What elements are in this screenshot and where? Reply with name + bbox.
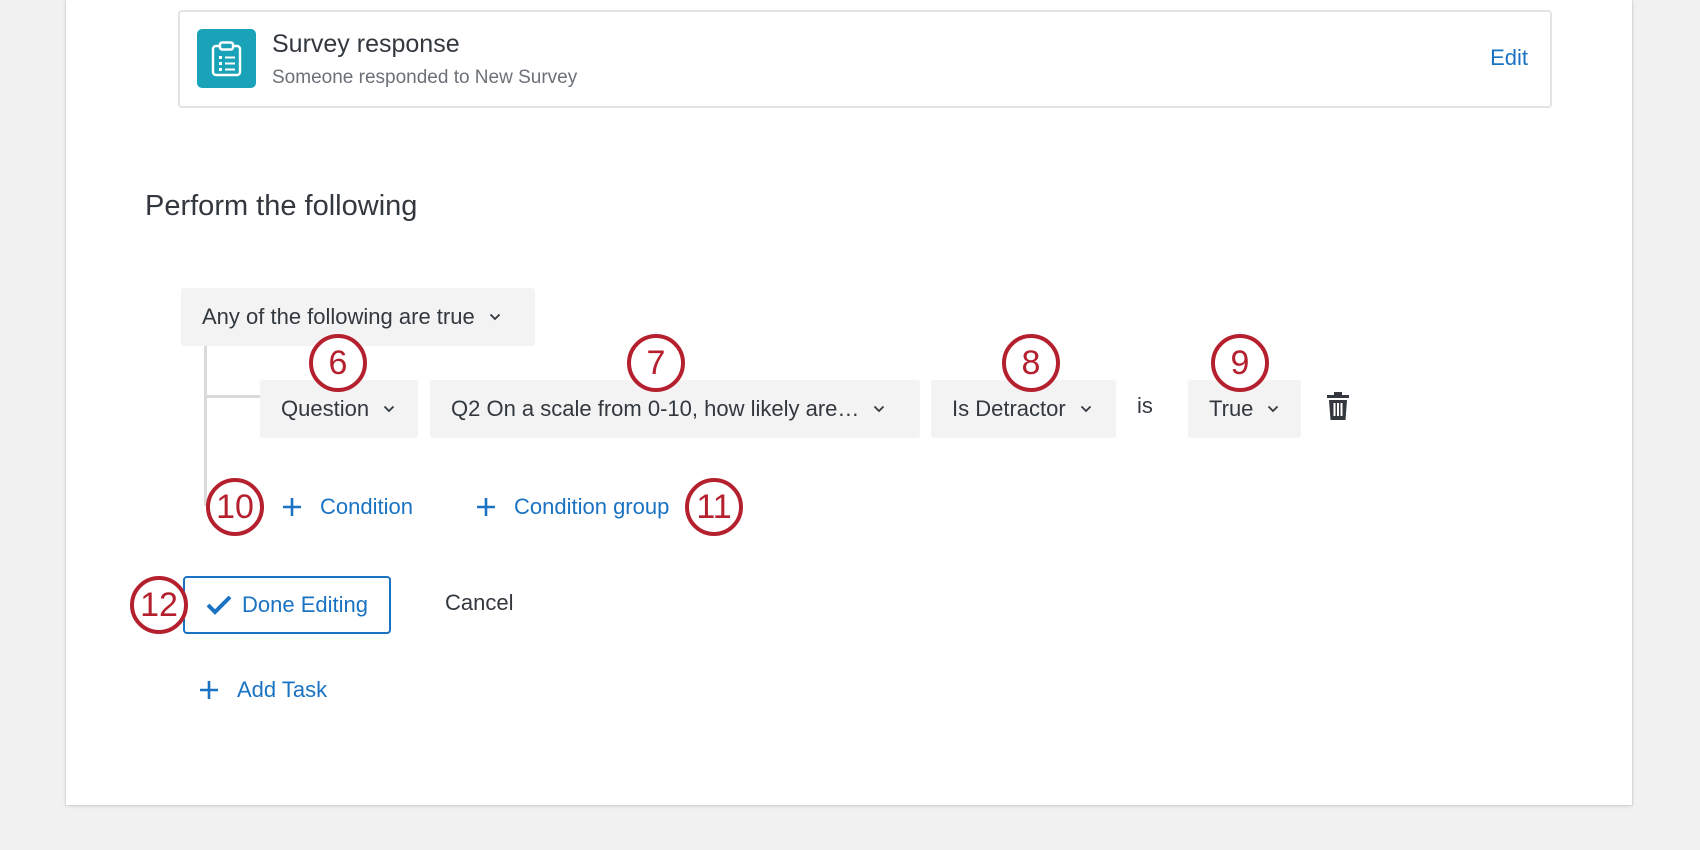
plus-icon: [477, 498, 495, 516]
trigger-edit-link[interactable]: Edit: [1490, 45, 1528, 71]
tree-branch: [204, 395, 260, 398]
trigger-card: Survey response Someone responded to New…: [178, 10, 1552, 108]
add-condition-label: Condition: [320, 494, 413, 519]
clipboard-list-icon: [197, 29, 256, 88]
callout-badge: 9: [1211, 334, 1269, 392]
tree-connector: [204, 346, 207, 506]
value-dropdown-label: True: [1209, 396, 1254, 421]
callout-badge: 8: [1002, 334, 1060, 392]
trash-icon[interactable]: [1326, 392, 1350, 425]
trigger-subtitle: Someone responded to New Survey: [272, 67, 578, 88]
chevron-down-icon: [489, 313, 500, 321]
plus-icon: [283, 498, 301, 516]
section-title: Perform the following: [145, 190, 418, 222]
add-task-button[interactable]: Add Task: [199, 677, 327, 703]
done-editing-button[interactable]: Done Editing: [183, 576, 391, 634]
logic-dropdown-label: Any of the following are true: [202, 304, 475, 329]
done-editing-label: Done Editing: [242, 592, 368, 617]
cancel-button[interactable]: Cancel: [445, 590, 513, 616]
add-condition-button[interactable]: Condition: [282, 494, 413, 520]
add-condition-group-button[interactable]: Condition group: [476, 494, 669, 520]
logic-dropdown[interactable]: Any of the following are true: [181, 288, 535, 346]
chevron-down-icon: [874, 405, 885, 413]
add-task-label: Add Task: [237, 677, 328, 702]
chevron-down-icon: [383, 405, 395, 413]
callout-badge: 7: [627, 334, 685, 392]
callout-badge: 11: [685, 478, 743, 536]
chevron-down-icon: [1080, 405, 1091, 413]
metric-dropdown-label: Is Detractor: [952, 396, 1066, 421]
chevron-down-icon: [1268, 405, 1279, 413]
callout-badge: 6: [309, 334, 367, 392]
add-condition-group-label: Condition group: [514, 494, 670, 519]
plus-icon: [200, 681, 218, 699]
checkmark-icon: [206, 595, 232, 615]
question-dropdown[interactable]: Q2 On a scale from 0-10, how likely are…: [430, 380, 920, 438]
question-dropdown-label: Q2 On a scale from 0-10, how likely are…: [451, 396, 860, 421]
callout-badge: 12: [130, 576, 188, 634]
condition-type-label: Question: [281, 396, 370, 421]
callout-badge: 10: [206, 478, 264, 536]
operator-label: is: [1137, 393, 1153, 418]
trigger-title: Survey response: [272, 30, 460, 58]
